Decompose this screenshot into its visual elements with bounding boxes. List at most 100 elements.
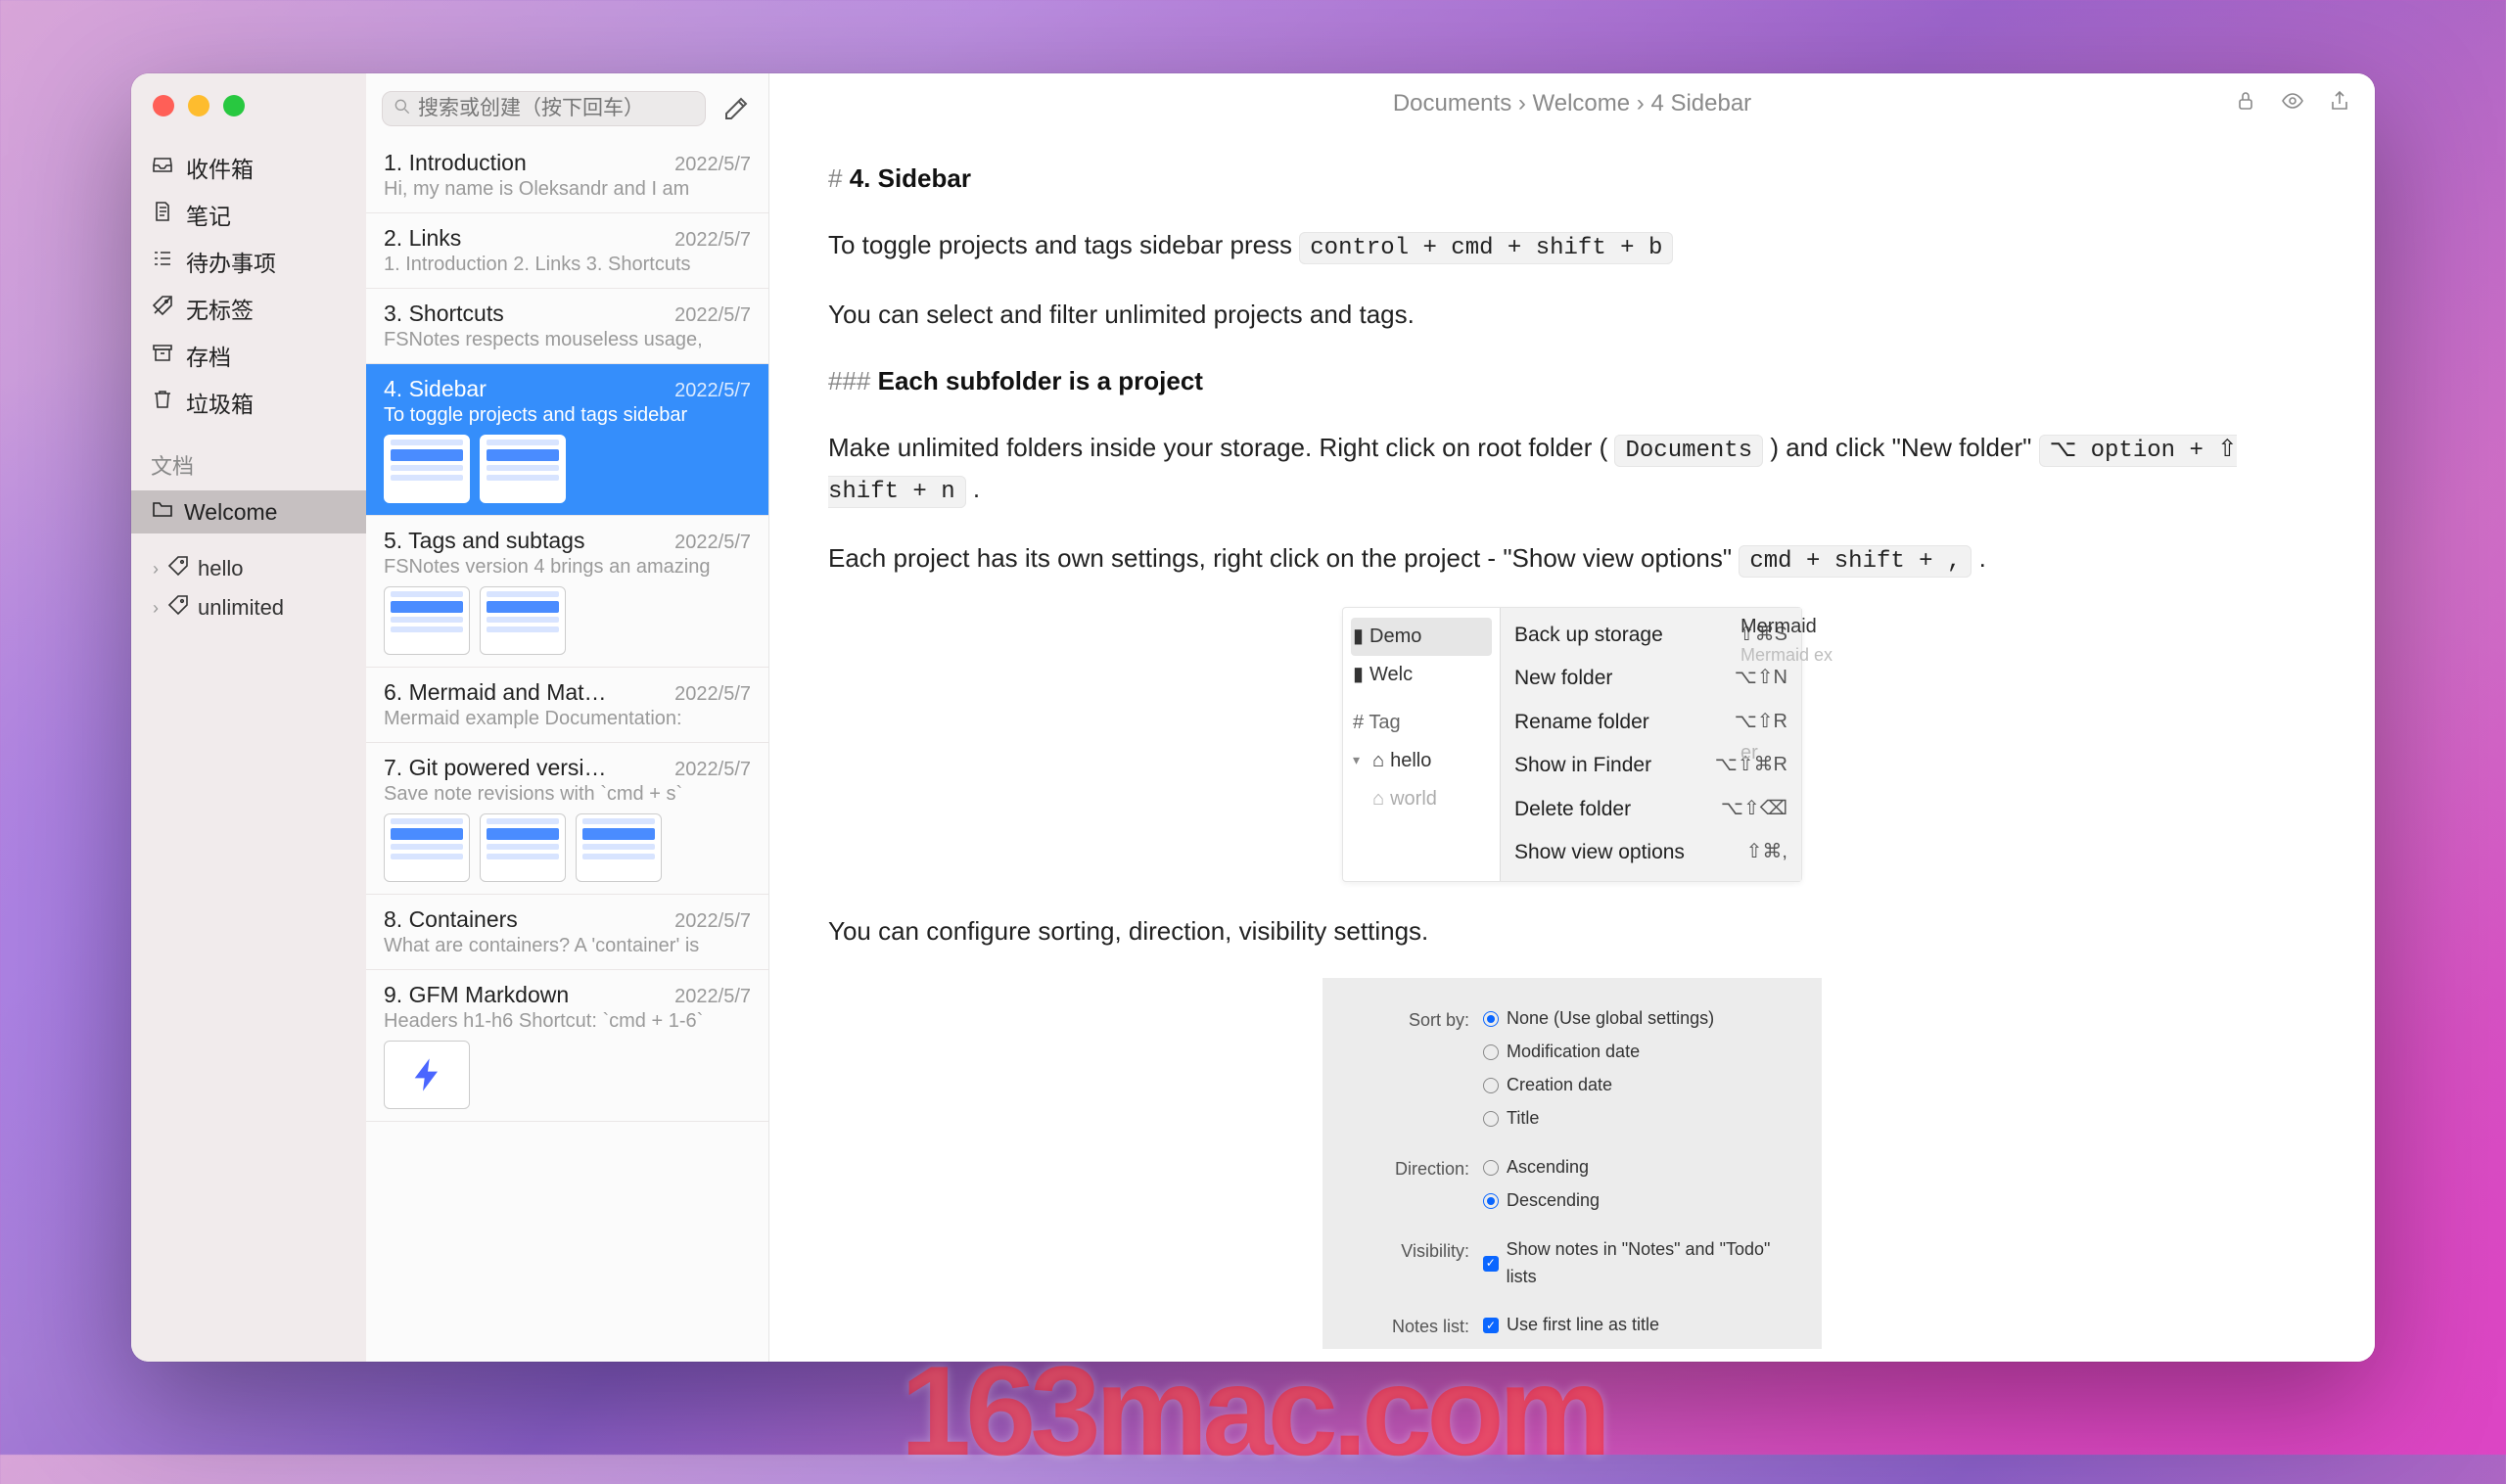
chk-firstline[interactable]: ✓Use first line as title bbox=[1483, 1312, 1798, 1339]
sidebar-item-inbox[interactable]: 收件箱 bbox=[131, 144, 366, 191]
note-list-toolbar bbox=[366, 73, 768, 138]
note-title: 6. Mermaid and Mat… bbox=[384, 679, 607, 706]
share-icon[interactable] bbox=[2328, 89, 2351, 117]
app-window: 收件箱 笔记 待办事项 无标签 存档 垃圾箱 文档 bbox=[131, 73, 2375, 1362]
sidebar-tag-hello[interactable]: › hello bbox=[131, 549, 366, 588]
sidebar-tag-label: hello bbox=[198, 556, 243, 581]
note-row[interactable]: 5. Tags and subtags 2022/5/7FSNotes versi… bbox=[366, 516, 768, 668]
note-date: 2022/5/7 bbox=[674, 910, 751, 933]
content-panel: Documents › Welcome › 4 Sidebar # 4. Sid… bbox=[769, 73, 2375, 1362]
tag-off-icon bbox=[151, 294, 174, 323]
radio-sort-title[interactable]: Title bbox=[1483, 1105, 1798, 1133]
context-menu-image: ▮Demo ▮Welc # Tag ▾⌂hello ⌂world Back up… bbox=[828, 607, 2316, 882]
inline-code: cmd + shift + , bbox=[1739, 545, 1972, 578]
settings-sortby-label: Sort by: bbox=[1362, 1005, 1469, 1133]
sidebar-system-section: 收件箱 笔记 待办事项 无标签 存档 垃圾箱 bbox=[131, 144, 366, 434]
note-thumbnail bbox=[576, 813, 662, 882]
close-window-button[interactable] bbox=[153, 95, 174, 116]
lock-icon[interactable] bbox=[2234, 89, 2257, 117]
settings-sortby-options: None (Use global settings) Modification … bbox=[1483, 1005, 1798, 1133]
doc-heading-3: ### Each subfolder is a project bbox=[828, 361, 2316, 400]
note-row[interactable]: 6. Mermaid and Mat… 2022/5/7Mermaid examp… bbox=[366, 668, 768, 743]
sidebar-item-archive[interactable]: 存档 bbox=[131, 332, 366, 379]
note-row[interactable]: 1. Introduction2022/5/7Hi, my name is Ol… bbox=[366, 138, 768, 213]
sidebar: 收件箱 笔记 待办事项 无标签 存档 垃圾箱 文档 bbox=[131, 73, 366, 1362]
note-thumbnail bbox=[384, 435, 470, 503]
note-date: 2022/5/7 bbox=[674, 229, 751, 252]
doc-paragraph: Make unlimited folders inside your stora… bbox=[828, 428, 2316, 510]
settings-direction-label: Direction: bbox=[1362, 1154, 1469, 1215]
menu-item-delete-folder[interactable]: Delete folder⌥⇧⌫ bbox=[1501, 788, 1801, 832]
breadcrumb: Documents › Welcome › 4 Sidebar bbox=[1393, 90, 1751, 117]
note-preview: 1. Introduction 2. Links 3. Shortcuts bbox=[384, 254, 751, 276]
note-row[interactable]: 2. Links2022/5/71. Introduction 2. Links… bbox=[366, 213, 768, 289]
sidebar-folder-welcome[interactable]: Welcome bbox=[131, 490, 366, 533]
note-date: 2022/5/7 bbox=[674, 532, 751, 554]
note-thumbs bbox=[384, 1041, 751, 1109]
sidebar-item-trash[interactable]: 垃圾箱 bbox=[131, 379, 366, 426]
note-row[interactable]: 4. Sidebar2022/5/7To toggle projects and… bbox=[366, 364, 768, 516]
note-row[interactable]: 8. Containers 2022/5/7What are containers… bbox=[366, 895, 768, 970]
search-input-wrap[interactable] bbox=[382, 91, 706, 126]
note-thumbnail bbox=[384, 813, 470, 882]
radio-sort-none[interactable]: None (Use global settings) bbox=[1483, 1005, 1798, 1033]
eye-icon[interactable] bbox=[2281, 89, 2304, 117]
note-preview: Headers h1-h6 Shortcut: `cmd + 1-6` bbox=[384, 1010, 751, 1033]
note-date: 2022/5/7 bbox=[674, 304, 751, 327]
sidebar-item-label: 无标签 bbox=[186, 292, 254, 325]
sidebar-docs-heading: 文档 bbox=[131, 434, 366, 490]
radio-dir-desc[interactable]: Descending bbox=[1483, 1187, 1798, 1215]
search-input[interactable] bbox=[418, 97, 695, 120]
content-toolbar: Documents › Welcome › 4 Sidebar bbox=[769, 73, 2375, 133]
radio-sort-create[interactable]: Creation date bbox=[1483, 1072, 1798, 1099]
note-preview: Mermaid example Documentation: bbox=[384, 708, 751, 730]
tag-icon: ⌂ bbox=[1372, 784, 1384, 814]
note-date: 2022/5/7 bbox=[674, 683, 751, 706]
sidebar-folder-label: Welcome bbox=[184, 499, 277, 526]
note-thumbnail bbox=[480, 586, 566, 655]
chk-visibility[interactable]: ✓Show notes in "Notes" and "Todo" lists bbox=[1483, 1236, 1798, 1291]
note-thumbs bbox=[384, 813, 751, 882]
settings-panel-image: Sort by: None (Use global settings) Modi… bbox=[828, 978, 2316, 1349]
compose-button[interactable] bbox=[719, 92, 753, 125]
note-title: 3. Shortcuts bbox=[384, 301, 504, 327]
note-preview: FSNotes version 4 brings an amazing bbox=[384, 556, 751, 579]
doc-paragraph: Each project has its own settings, right… bbox=[828, 538, 2316, 580]
radio-sort-mod[interactable]: Modification date bbox=[1483, 1039, 1798, 1066]
folder-filled-icon: ▮ bbox=[1353, 622, 1364, 652]
note-title: 8. Containers bbox=[384, 906, 518, 933]
note-row[interactable]: 7. Git powered versi…2022/5/7Save note r… bbox=[366, 743, 768, 895]
maximize-window-button[interactable] bbox=[223, 95, 245, 116]
sidebar-tag-label: unlimited bbox=[198, 595, 284, 621]
archive-icon bbox=[151, 341, 174, 370]
note-thumbs bbox=[384, 586, 751, 655]
note-title: 9. GFM Markdown bbox=[384, 982, 569, 1008]
chevron-right-icon: › bbox=[131, 598, 159, 619]
note-row[interactable]: 3. Shortcuts2022/5/7FSNotes respects mou… bbox=[366, 289, 768, 364]
menu-item-view-options[interactable]: Show view options⇧⌘, bbox=[1501, 831, 1801, 875]
note-row[interactable]: 9. GFM Markdown 2022/5/7Headers h1-h6 Sho… bbox=[366, 970, 768, 1122]
sidebar-tag-unlimited[interactable]: › unlimited bbox=[131, 588, 366, 627]
note-date: 2022/5/7 bbox=[674, 154, 751, 176]
note-title: 5. Tags and subtags bbox=[384, 528, 584, 554]
minimize-window-button[interactable] bbox=[188, 95, 209, 116]
note-preview: To toggle projects and tags sidebar bbox=[384, 404, 751, 427]
doc-paragraph: To toggle projects and tags sidebar pres… bbox=[828, 225, 2316, 266]
inline-code: control + cmd + shift + b bbox=[1299, 232, 1673, 264]
radio-dir-asc[interactable]: Ascending bbox=[1483, 1154, 1798, 1182]
heading-text: Each subfolder is a project bbox=[878, 366, 1203, 395]
folder-filled-icon: ▮ bbox=[1353, 660, 1364, 690]
sidebar-item-label: 收件箱 bbox=[186, 151, 254, 184]
sidebar-item-notes[interactable]: 笔记 bbox=[131, 191, 366, 238]
note-title: 7. Git powered versi… bbox=[384, 755, 607, 781]
window-controls bbox=[131, 87, 366, 144]
todo-icon bbox=[151, 247, 174, 276]
note-thumbnail bbox=[384, 586, 470, 655]
doc-heading-1: # 4. Sidebar bbox=[828, 159, 2316, 198]
sidebar-item-todo[interactable]: 待办事项 bbox=[131, 238, 366, 285]
note-date: 2022/5/7 bbox=[674, 986, 751, 1008]
tag-icon: ⌂ bbox=[1372, 746, 1384, 776]
sidebar-item-untagged[interactable]: 无标签 bbox=[131, 285, 366, 332]
note-preview: What are containers? A 'container' is bbox=[384, 935, 751, 957]
sidebar-item-label: 存档 bbox=[186, 339, 231, 372]
